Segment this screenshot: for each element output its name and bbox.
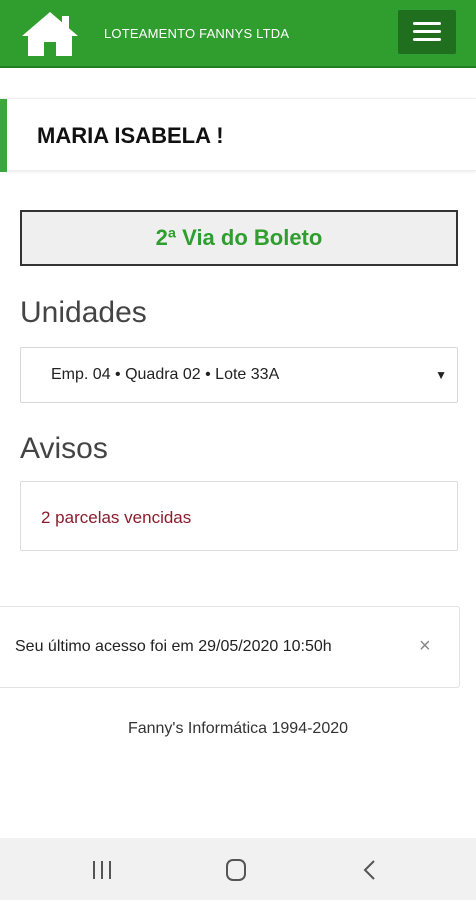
avisos-heading: Avisos [20, 432, 108, 465]
caret-down-icon: ▼ [435, 368, 447, 382]
aviso-message[interactable]: 2 parcelas vencidas [41, 508, 191, 528]
avisos-card: 2 parcelas vencidas [20, 481, 458, 551]
back-icon [363, 860, 375, 880]
hamburger-menu-icon [413, 22, 441, 25]
user-name: MARIA ISABELA ! [37, 123, 224, 148]
recents-icon [93, 861, 111, 879]
home-icon [22, 12, 78, 56]
menu-button[interactable] [398, 10, 456, 54]
welcome-accent-bar [0, 99, 7, 172]
last-access-alert: Seu último acesso foi em 29/05/2020 10:5… [0, 606, 460, 688]
welcome-card: MARIA ISABELA ! [0, 98, 476, 172]
unidade-selected-value: Emp. 04 • Quadra 02 • Lote 33A [51, 366, 280, 383]
home-circle-icon [226, 859, 246, 881]
footer-text: Fanny's Informática 1994-2020 [127, 720, 349, 737]
home-button[interactable] [20, 10, 80, 58]
close-icon[interactable]: × [419, 635, 431, 658]
home-nav-button[interactable] [216, 856, 256, 884]
back-button[interactable] [350, 856, 390, 884]
android-nav-bar [0, 838, 476, 900]
unidades-heading: Unidades [20, 296, 147, 329]
app-header: LOTEAMENTO FANNYS LTDA [0, 0, 476, 68]
unidade-select[interactable]: Emp. 04 • Quadra 02 • Lote 33A ▼ [20, 347, 458, 403]
recents-button[interactable] [82, 856, 122, 884]
second-copy-boleto-button[interactable]: 2ª Via do Boleto [20, 210, 458, 266]
last-access-message: Seu último acesso foi em 29/05/2020 10:5… [15, 638, 332, 655]
app-title: LOTEAMENTO FANNYS LTDA [104, 26, 290, 41]
